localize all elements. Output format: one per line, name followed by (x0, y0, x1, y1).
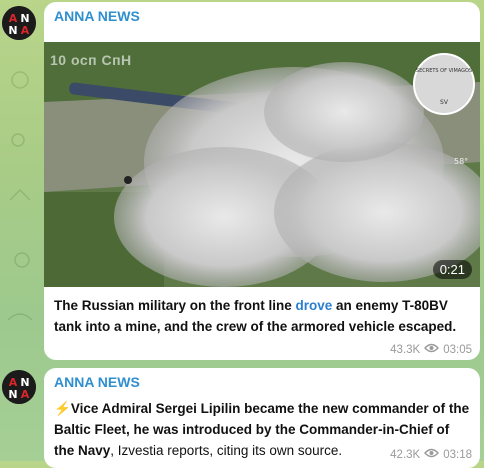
text-segment: , Izvestia reports, citing its own sourc… (110, 443, 343, 458)
message-bubble: ANNA NEWS ⚡Vice Admiral Sergei Lipilin b… (44, 368, 480, 468)
eye-icon (424, 343, 440, 356)
watermark-small: SV (440, 99, 449, 106)
avatar-letter: N (8, 388, 17, 401)
avatar-letter: A (21, 388, 30, 401)
message-meta: 43.3K 03:05 (390, 343, 472, 356)
lightning-icon: ⚡ (54, 401, 71, 416)
message-bubble: ANNA NEWS SECRETS OF VIMAGOS SV 58° 10 о… (44, 2, 480, 360)
video-duration: 0:21 (432, 260, 472, 279)
message-time: 03:18 (443, 448, 472, 461)
avatar-letter: A (21, 24, 30, 37)
sender-name[interactable]: ANNA NEWS (54, 8, 140, 24)
video-player[interactable]: SECRETS OF VIMAGOS SV 58° 10 осп СпН 0:2… (44, 42, 480, 287)
message-text: The Russian military on the front line d… (54, 295, 470, 337)
channel-avatar[interactable]: A N N A (2, 6, 36, 40)
channel-avatar[interactable]: A N N A (2, 370, 36, 404)
message-meta: 42.3K 03:18 (390, 448, 472, 461)
avatar-letter: N (8, 24, 17, 37)
video-overlay-text: 10 осп СпН (50, 52, 132, 68)
watermark-text: SECRETS OF VIMAGOS (416, 68, 472, 74)
eye-icon (424, 448, 440, 461)
view-count: 42.3K (390, 448, 421, 461)
message-time: 03:05 (443, 343, 472, 356)
text-segment: The Russian military on the front line (54, 298, 296, 313)
sender-name[interactable]: ANNA NEWS (54, 374, 140, 390)
video-thumbnail: SECRETS OF VIMAGOS SV 58° (44, 42, 480, 287)
degree-label: 58° (454, 157, 468, 166)
view-count: 43.3K (390, 343, 421, 356)
drove-link[interactable]: drove (296, 298, 333, 313)
